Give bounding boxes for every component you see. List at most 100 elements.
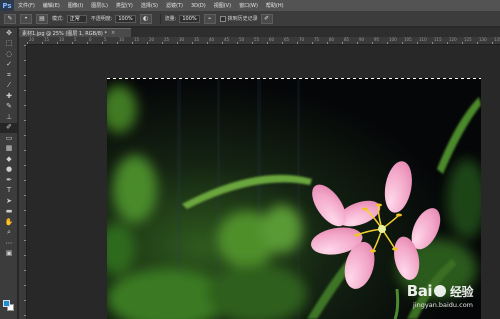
canvas-workspace[interactable]: Bai 经验 jingyan.baidu.com (27, 45, 500, 319)
ruler-tick-label: 55 (254, 37, 260, 42)
ruler-tick-label: 5 (104, 37, 107, 42)
foreground-color-swatch[interactable] (3, 300, 10, 307)
erase-to-history-checkbox[interactable] (219, 15, 226, 22)
ruler-tick-label: 80 (329, 37, 335, 42)
ruler-tick-label: 40 (209, 37, 215, 42)
brush-panel-icon[interactable]: ▤ (36, 13, 48, 24)
ruler-tick-label: 95 (374, 37, 380, 42)
ruler-tick-label: 115 (434, 37, 442, 42)
ruler-tick-label: 10 (59, 37, 65, 42)
menu-edit[interactable]: 编辑(E) (43, 2, 60, 9)
flower-photo[interactable]: Bai 经验 jingyan.baidu.com (107, 79, 481, 319)
lasso-tool-icon[interactable]: ◌ (0, 49, 18, 60)
eraser-tool-icon[interactable]: ▭ (0, 133, 18, 144)
options-bar: ✎ • ▤ 模式: 正常 不透明度: 100% ◐ 流量: 100% ⌁ 抹到历… (0, 11, 500, 27)
tab-strip (131, 28, 500, 37)
ruler-tick-label: 90 (359, 37, 365, 42)
erase-to-history-label: 抹到历史记录 (227, 16, 258, 22)
crop-tool-icon[interactable]: ⌗ (0, 70, 18, 81)
clone-stamp-tool-icon[interactable]: ⊥ (0, 112, 18, 123)
path-select-tool-icon[interactable]: ➤ (0, 196, 18, 207)
menu-3d[interactable]: 3D(D) (191, 3, 206, 9)
menu-type[interactable]: 类型(Y) (116, 2, 133, 9)
ruler-tick-label: 20 (149, 37, 155, 42)
ruler-tick-label: 60 (269, 37, 275, 42)
zoom-tool-icon[interactable]: ⌕ (0, 228, 18, 239)
move-tool-icon[interactable]: ✥ (0, 28, 18, 39)
close-icon[interactable]: × (111, 30, 115, 36)
menu-file[interactable]: 文件(F) (18, 2, 35, 9)
healing-tool-icon[interactable]: ✚ (0, 91, 18, 102)
flow-label: 流量: (164, 16, 177, 22)
menu-help[interactable]: 帮助(H) (266, 2, 284, 9)
ruler-tick-label: 70 (299, 37, 305, 42)
ruler-tick-label: 135 (494, 37, 500, 42)
watermark-brand: Bai (406, 282, 433, 300)
opacity-label: 不透明度: (90, 16, 113, 22)
ruler-tick-label: 15 (134, 37, 140, 42)
menu-bar: Ps 文件(F) 编辑(E) 图像(I) 图层(L) 类型(Y) 选择(S) 滤… (0, 0, 500, 11)
watermark-brand-cn: 经验 (449, 284, 474, 299)
menu-filter[interactable]: 滤镜(T) (166, 2, 183, 9)
watermark-url: jingyan.baidu.com (413, 301, 473, 309)
baidu-jingyan-watermark: Bai 经验 jingyan.baidu.com (406, 282, 474, 309)
mode-select[interactable]: 正常 (66, 14, 87, 23)
ruler-tick-label: 110 (419, 37, 427, 42)
menu-layer[interactable]: 图层(L) (91, 2, 108, 9)
ruler-tick-label: 75 (314, 37, 320, 42)
hand-tool-icon[interactable]: ✋ (0, 217, 18, 228)
type-tool-icon[interactable]: T (0, 186, 18, 197)
airbrush-icon[interactable]: ⌁ (203, 13, 216, 24)
ruler-tick-label: 35 (194, 37, 200, 42)
mode-label: 模式: (52, 16, 64, 22)
dodge-tool-icon[interactable]: ● (0, 165, 18, 176)
ruler-tick-label: 125 (464, 37, 472, 42)
watermark-logo: Bai 经验 (406, 282, 474, 300)
ruler-tick-label: 45 (224, 37, 230, 42)
ruler-tick-label: 0 (89, 37, 92, 42)
menu-window[interactable]: 窗口(W) (239, 2, 258, 9)
menu-image[interactable]: 图像(I) (68, 2, 83, 9)
ruler-tick-label: 100 (389, 37, 397, 42)
gradient-tool-icon[interactable]: ▦ (0, 144, 18, 155)
ruler-tick-label: 120 (449, 37, 457, 42)
brush-preset-picker-icon[interactable]: • (20, 13, 32, 24)
ruler-tick-label: 130 (479, 37, 487, 42)
quick-select-tool-icon[interactable]: ✓ (0, 60, 18, 71)
ruler-tick-label: 15 (44, 37, 50, 42)
history-brush-tool-icon[interactable]: ✐ (0, 122, 18, 133)
document-tab-title: 素材1.jpg @ 25% (图层 1, RGB/8) * (22, 30, 107, 37)
menu-select[interactable]: 选择(S) (141, 2, 158, 9)
ruler-tick-label: 20 (29, 37, 35, 42)
flow-field[interactable]: 100% (179, 14, 200, 23)
brush-tool-icon[interactable]: ✎ (0, 102, 18, 113)
blur-tool-icon[interactable]: ◆ (0, 154, 18, 165)
ruler-tick-label: 25 (164, 37, 170, 42)
history-brush-tool-icon[interactable]: ✎ (4, 13, 16, 24)
eyedropper-tool-icon[interactable]: ⁄ (0, 81, 18, 92)
ruler-tick-label: 50 (239, 37, 245, 42)
ruler-vertical[interactable] (19, 45, 27, 319)
more-tools-icon[interactable]: ⋯ (0, 238, 18, 249)
pen-tool-icon[interactable]: ✒ (0, 175, 18, 186)
pressure-opacity-icon[interactable]: ◐ (139, 13, 152, 24)
ruler-tick-label: 85 (344, 37, 350, 42)
shape-tool-icon[interactable]: ▬ (0, 207, 18, 218)
ruler-horizontal[interactable]: 20 15 10 5 0 5 10 15 20 25 30 35 40 45 50 55 60 65 70 75 80 8… (27, 37, 500, 45)
opacity-field[interactable]: 100% (115, 14, 136, 23)
document-tab[interactable]: 素材1.jpg @ 25% (图层 1, RGB/8) * × (19, 28, 131, 37)
ruler-tick-label: 10 (119, 37, 125, 42)
photoshop-logo: Ps (0, 0, 14, 11)
divider (159, 13, 161, 24)
ruler-tick-label: 5 (74, 37, 77, 42)
ruler-tick-label: 105 (404, 37, 412, 42)
marquee-tool-icon[interactable]: ⬚ (0, 39, 18, 50)
pressure-size-icon[interactable]: ✐ (260, 13, 273, 24)
ruler-tick-label: 30 (179, 37, 185, 42)
ruler-tick-label: 65 (284, 37, 290, 42)
paw-icon (433, 285, 446, 297)
edit-toolbar-icon[interactable]: ▣ (0, 249, 18, 260)
ruler-corner[interactable] (19, 37, 27, 45)
menu-view[interactable]: 视图(V) (214, 2, 231, 9)
tools-panel: ✥ ⬚ ◌ ✓ ⌗ ⁄ ✚ ✎ ⊥ ✐ ▭ ▦ ◆ ● ✒ T ➤ ▬ ✋ ⌕ … (0, 28, 18, 319)
